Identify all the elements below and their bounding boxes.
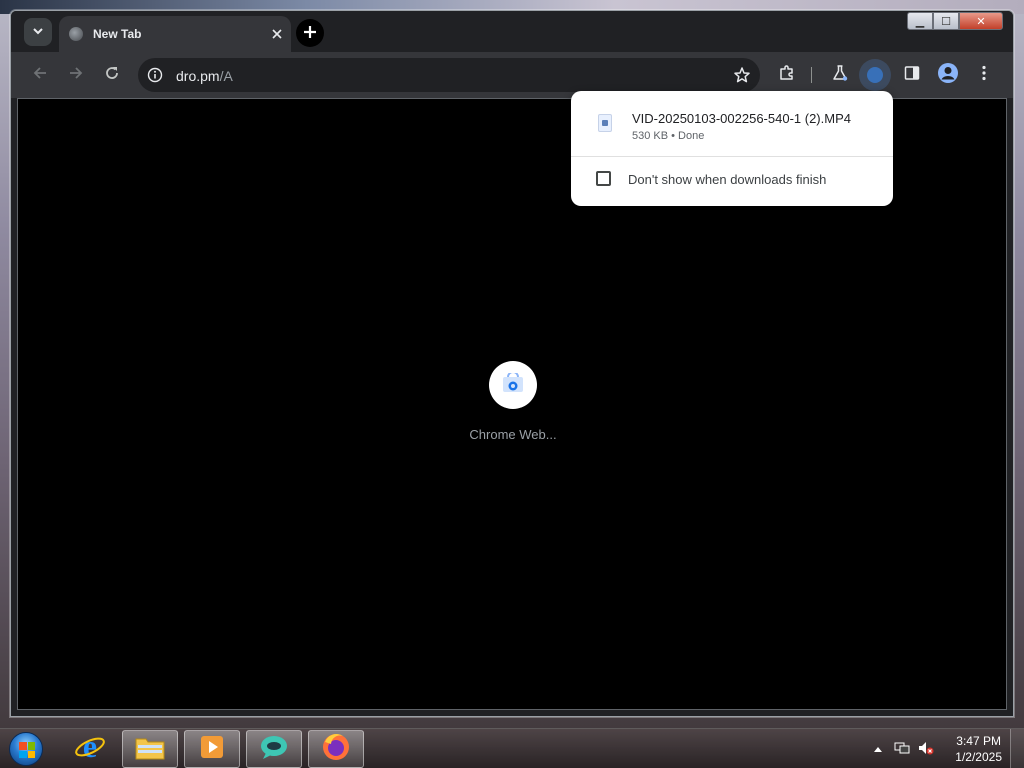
- side-panel-button[interactable]: [898, 61, 926, 89]
- svg-text:e: e: [83, 731, 97, 763]
- labs-button[interactable]: [826, 61, 854, 89]
- tab-new-tab[interactable]: New Tab: [59, 16, 291, 52]
- reload-button[interactable]: [98, 61, 126, 89]
- address-bar[interactable]: dro.pm/A: [138, 58, 760, 92]
- taskbar-internet-explorer[interactable]: e: [62, 728, 118, 768]
- download-filename: VID-20250103-002256-540-1 (2).MP4: [632, 111, 851, 126]
- side-panel-icon: [904, 65, 920, 86]
- chrome-web-store-icon: [502, 370, 524, 398]
- taskbar: e 3:47 PM 1/2/2025: [0, 728, 1024, 768]
- clock-time: 3:47 PM: [956, 734, 1001, 748]
- taskbar-media-player[interactable]: [184, 730, 240, 768]
- url-path: /A: [219, 68, 233, 84]
- network-icon[interactable]: [894, 741, 910, 758]
- bookmark-star-icon[interactable]: [728, 61, 756, 89]
- flask-icon: [831, 64, 849, 87]
- chat-bubble-icon: [258, 733, 290, 766]
- menu-button[interactable]: [970, 61, 998, 89]
- back-button[interactable]: [26, 61, 54, 89]
- window-controls: ▁ ☐ ✕: [907, 12, 1007, 30]
- volume-muted-icon[interactable]: [918, 741, 934, 758]
- dont-show-label[interactable]: Don't show when downloads finish: [628, 172, 826, 187]
- taskbar-chat-app[interactable]: [246, 730, 302, 768]
- tab-search-button[interactable]: [24, 18, 52, 46]
- downloads-bubble: VID-20250103-002256-540-1 (2).MP4 530 KB…: [571, 91, 893, 206]
- show-hidden-icons-icon[interactable]: [874, 741, 882, 755]
- tab-title: New Tab: [93, 27, 142, 41]
- folder-icon: [134, 733, 166, 766]
- download-status: 530 KB • Done: [632, 130, 705, 142]
- more-vertical-icon: [982, 65, 986, 86]
- video-file-icon: [598, 114, 612, 132]
- minimize-icon: ▁: [915, 15, 925, 28]
- windows-logo-icon: [9, 732, 43, 766]
- arrow-left-icon: [32, 65, 48, 86]
- firefox-icon: [321, 732, 351, 767]
- download-item[interactable]: VID-20250103-002256-540-1 (2).MP4 530 KB…: [571, 91, 893, 156]
- dont-show-checkbox[interactable]: [596, 171, 611, 186]
- extensions-button[interactable]: [773, 61, 801, 89]
- taskbar-file-explorer[interactable]: [122, 730, 178, 768]
- tab-close-icon[interactable]: [263, 26, 291, 42]
- arrow-right-icon: [68, 65, 84, 86]
- tab-strip: New Tab ▁ ☐ ✕: [11, 11, 1013, 52]
- chevron-down-icon: [32, 25, 44, 40]
- close-icon: ✕: [976, 15, 986, 28]
- download-progress-icon: [867, 67, 883, 83]
- profile-button[interactable]: [934, 61, 962, 89]
- system-tray: 3:47 PM 1/2/2025: [864, 729, 1024, 768]
- start-button[interactable]: [6, 730, 46, 768]
- site-info-icon[interactable]: [146, 66, 164, 84]
- show-desktop-button[interactable]: [1010, 729, 1024, 768]
- shortcut-chrome-web-store[interactable]: Chrome Web...: [468, 361, 558, 442]
- shortcut-icon-circle: [489, 361, 537, 409]
- internet-explorer-icon: e: [74, 728, 106, 768]
- new-tab-button[interactable]: [296, 19, 324, 47]
- maximize-button[interactable]: ☐: [933, 12, 959, 30]
- taskbar-firefox[interactable]: [308, 730, 364, 768]
- minimize-button[interactable]: ▁: [907, 12, 933, 30]
- toolbar-separator: [811, 67, 812, 83]
- url-host: dro.pm: [176, 68, 220, 84]
- maximize-icon: ☐: [941, 15, 951, 28]
- media-player-icon: [198, 733, 226, 766]
- puzzle-icon: [778, 64, 796, 87]
- reload-icon: [104, 65, 120, 86]
- shortcut-label: Chrome Web...: [469, 427, 557, 442]
- divider: [571, 156, 893, 157]
- profile-avatar-icon: [937, 62, 959, 89]
- close-button[interactable]: ✕: [959, 12, 1003, 30]
- downloads-button[interactable]: [859, 59, 891, 91]
- forward-button[interactable]: [62, 61, 90, 89]
- url-text: dro.pm/A: [176, 68, 233, 84]
- plus-icon: [303, 22, 317, 45]
- globe-icon: [69, 27, 83, 41]
- clock[interactable]: 3:47 PM 1/2/2025: [955, 733, 1002, 765]
- clock-date: 1/2/2025: [955, 750, 1002, 764]
